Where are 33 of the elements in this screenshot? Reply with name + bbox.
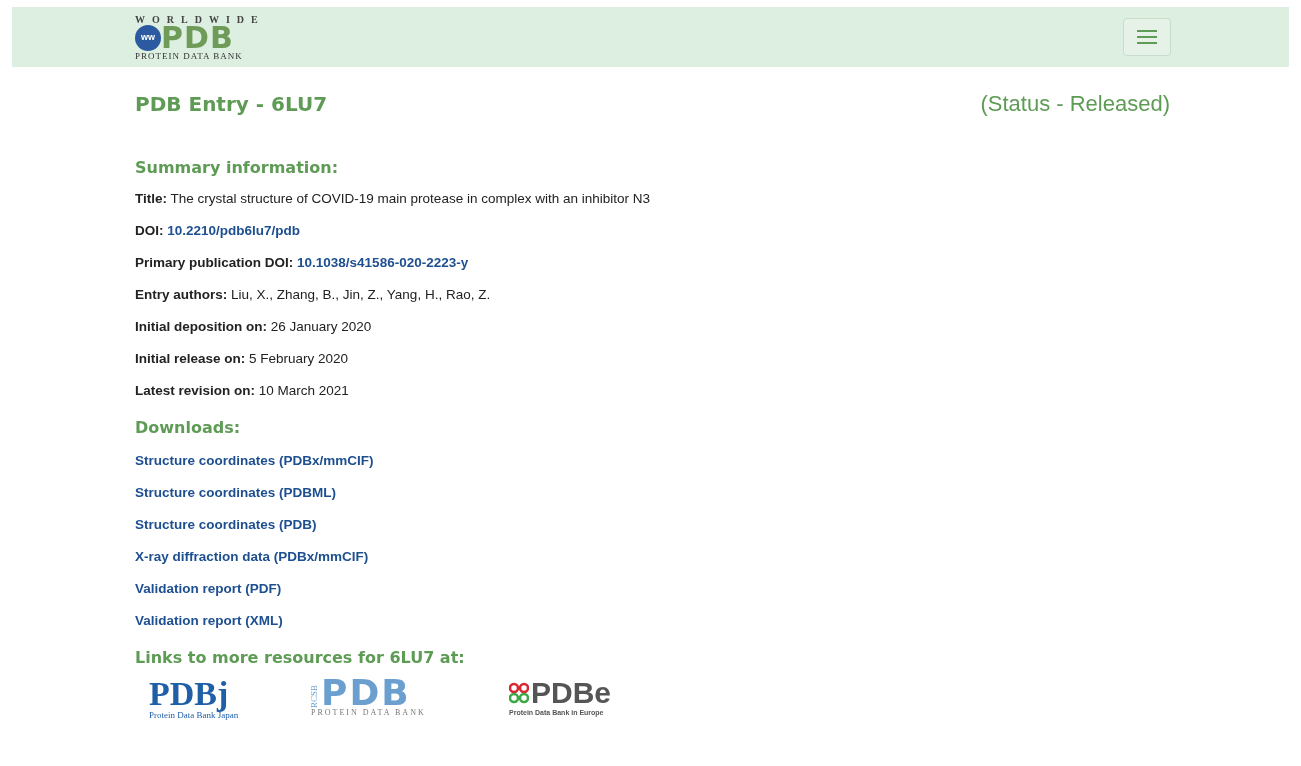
logo-top-text: WORLDWIDE (135, 13, 265, 25)
download-link[interactable]: Structure coordinates (PDBx/mmCIF) (135, 452, 374, 470)
logo-wordmark: PDBj (149, 678, 229, 710)
logo-wordmark: PDB (321, 678, 411, 708)
summary-field: Primary publication DOI: 10.1038/s41586-020-2223-y (135, 254, 1170, 272)
logo-side-text: RCSB (309, 685, 319, 708)
doi-link[interactable]: 10.1038/s41586-020-2223-y (297, 255, 469, 270)
entry-title: PDB Entry - 6LU7 (135, 90, 328, 118)
globe-icon: ww (135, 24, 161, 51)
logo-wordmark: PDBe (531, 678, 612, 708)
menu-icon (1136, 29, 1158, 45)
download-link[interactable]: Validation report (XML) (135, 612, 283, 630)
download-link[interactable]: Validation report (PDF) (135, 580, 282, 598)
entry-status: (Status - Released) (980, 90, 1170, 118)
logo-bottom-text: PROTEIN DATA BANK (135, 50, 243, 61)
section-heading: Links to more resources for 6LU7 at: (135, 647, 466, 669)
menu-button[interactable] (1123, 18, 1171, 56)
summary-field: Entry authors: Liu, X., Zhang, B., Jin, Z., Yang, H., Rao, Z. (135, 286, 1170, 304)
summary-field: DOI: 10.2210/pdb6lu7/pdb (135, 222, 1170, 240)
clover-icon (509, 682, 529, 704)
logo-caption: PROTEIN DATA BANK (310, 708, 426, 718)
download-link[interactable]: X-ray diffraction data (PDBx/mmCIF) (135, 548, 369, 566)
summary-field: Title: The crystal structure of COVID-19 main protease in complex with an inhibitor N3 (135, 190, 1170, 208)
logo-wordmark: PDB (161, 24, 234, 51)
summary-field: Initial deposition on: 26 January 2020 (135, 318, 1170, 336)
summary-field: Latest revision on: 10 March 2021 (135, 382, 1170, 400)
download-link[interactable]: Structure coordinates (PDBML) (135, 484, 337, 502)
download-link[interactable]: Structure coordinates (PDB) (135, 516, 317, 534)
pdbj-logo-link[interactable]: PDBj Protein Data Bank Japan (149, 678, 269, 720)
section-heading: Downloads: (135, 417, 242, 439)
section-heading: Summary information: (135, 157, 340, 179)
doi-link[interactable]: 10.2210/pdb6lu7/pdb (167, 223, 301, 238)
summary-field: Initial release on: 5 February 2020 (135, 350, 1170, 368)
